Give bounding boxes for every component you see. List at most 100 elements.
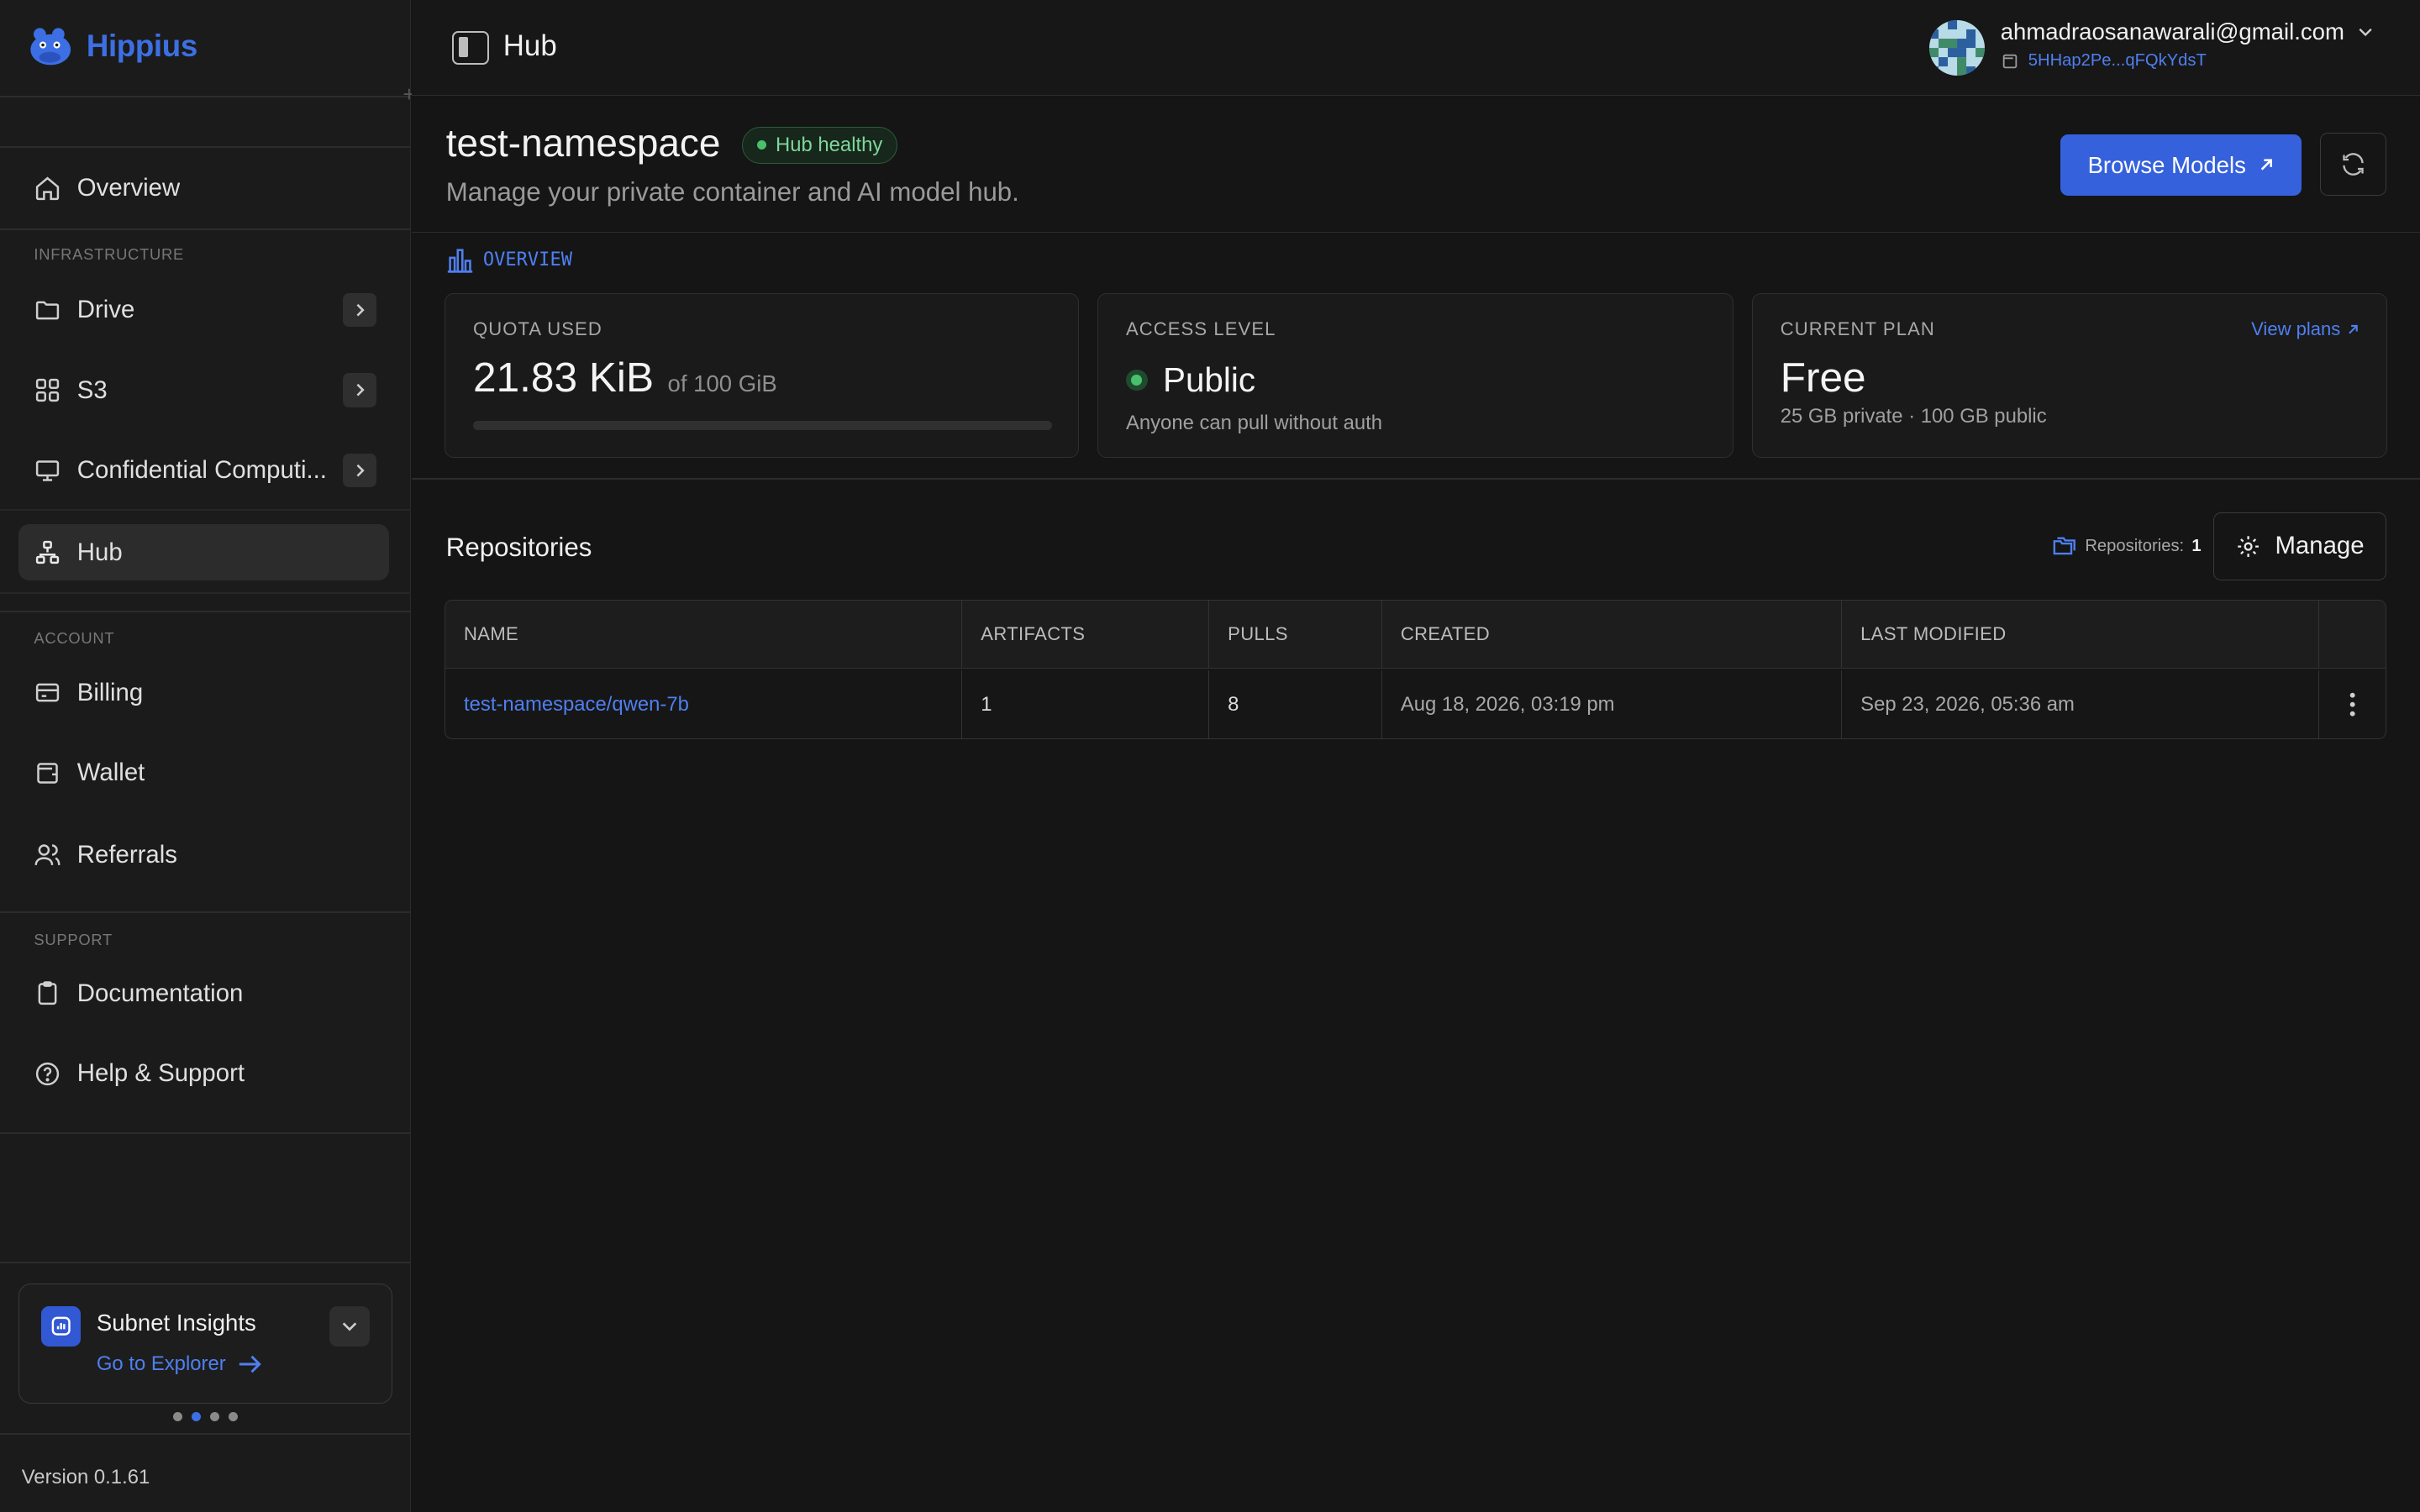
sidebar-item-s3[interactable]: S3: [18, 363, 389, 418]
sidebar-item-referrals[interactable]: Referrals: [18, 827, 389, 882]
quota-total: of 100 GiB: [667, 370, 777, 396]
hippo-logo-icon: [30, 28, 71, 66]
divider: [412, 231, 2420, 234]
divider: [0, 611, 411, 613]
chevron-right-icon[interactable]: [342, 292, 377, 328]
sidebar-item-label: Billing: [76, 678, 144, 706]
sidebar-item-wallet[interactable]: Wallet: [18, 745, 389, 801]
column-header-artifacts[interactable]: ARTIFACTS: [962, 601, 1210, 669]
table-row[interactable]: test-namespace/qwen-7b 1 8 Aug 18, 2026,…: [445, 670, 2386, 738]
divider: [412, 478, 2420, 480]
chevron-down-icon: [2359, 28, 2372, 37]
home-icon: [36, 176, 60, 200]
column-header-name[interactable]: NAME: [445, 601, 963, 669]
external-link-icon: [2348, 324, 2358, 334]
clipboard-icon: [39, 981, 57, 1005]
repo-created-cell: Aug 18, 2026, 03:19 pm: [1382, 670, 1843, 738]
more-vertical-icon: [2350, 692, 2356, 717]
browse-models-label: Browse Models: [2087, 151, 2246, 178]
column-header-actions: [2319, 601, 2386, 668]
sidebar-item-help-support[interactable]: Help & Support: [18, 1046, 389, 1101]
help-icon: [36, 1062, 60, 1085]
current-plan-card: CURRENT PLAN View plans Free 25 GB priva…: [1751, 292, 2388, 459]
quota-card: QUOTA USED 21.83 KiB of 100 GiB: [444, 292, 1079, 459]
sidebar-item-label: Hub: [76, 538, 123, 566]
folder-icon: [36, 301, 60, 320]
subnet-insights-title: Subnet Insights: [96, 1309, 256, 1336]
view-plans-link[interactable]: View plans: [2251, 318, 2359, 340]
divider: [0, 911, 411, 914]
carousel-dot-active[interactable]: [191, 1411, 201, 1421]
status-badge-label: Hub healthy: [775, 133, 883, 156]
column-header-created[interactable]: CREATED: [1382, 601, 1843, 669]
divider: [0, 509, 411, 511]
collapse-insights-button[interactable]: [329, 1305, 370, 1347]
sidebar-item-billing[interactable]: Billing: [18, 665, 389, 721]
sidebar-item-overview[interactable]: Overview: [18, 160, 389, 216]
overview-section-label: OVERVIEW: [446, 247, 572, 273]
arrow-right-icon: [239, 1355, 262, 1373]
quota-label: QUOTA USED: [473, 318, 602, 340]
carousel-dot[interactable]: [172, 1411, 182, 1421]
access-level-value: Public: [1163, 360, 1256, 399]
wallet-icon: [2002, 54, 2017, 69]
sidebar-item-confidential-computing[interactable]: Confidential Computi...: [18, 443, 389, 498]
table-header-row: NAME ARTIFACTS PULLS CREATED LAST MODIFI…: [445, 601, 2386, 669]
repo-name-cell: test-namespace/qwen-7b: [445, 670, 963, 738]
carousel-dots: [172, 1411, 238, 1421]
repo-artifacts-cell: 1: [962, 670, 1210, 738]
quota-value: 21.83 KiB: [473, 353, 655, 401]
go-to-explorer-link[interactable]: Go to Explorer: [97, 1352, 263, 1376]
sidebar-item-documentation[interactable]: Documentation: [18, 966, 389, 1021]
user-email: ahmadraosanawarali@gmail.com: [2000, 18, 2344, 45]
carousel-dot[interactable]: [209, 1411, 219, 1421]
sidebar-item-label: S3: [76, 375, 108, 404]
row-actions-button[interactable]: [2319, 670, 2386, 738]
chevron-right-icon[interactable]: [342, 373, 377, 407]
brand-name: Hippius: [86, 29, 197, 64]
access-level-label: ACCESS LEVEL: [1125, 318, 1276, 340]
manage-button[interactable]: Manage: [2212, 512, 2386, 580]
network-icon: [36, 540, 60, 564]
app-version: Version 0.1.61: [21, 1465, 150, 1488]
repositories-count-label: Repositories:: [2085, 536, 2185, 555]
repositories-table: NAME ARTIFACTS PULLS CREATED LAST MODIFI…: [444, 600, 2386, 739]
sidebar-item-label: Help & Support: [76, 1059, 245, 1088]
sidebar-toggle-icon[interactable]: [452, 30, 490, 66]
column-header-last-modified[interactable]: LAST MODIFIED: [1842, 601, 2319, 669]
column-header-pulls[interactable]: PULLS: [1209, 601, 1382, 669]
external-link-icon: [2260, 159, 2272, 171]
section-label-support: SUPPORT: [34, 930, 113, 948]
sidebar-item-drive[interactable]: Drive: [18, 282, 389, 338]
carousel-dot[interactable]: [228, 1411, 238, 1421]
quota-progress-bar: [473, 420, 1052, 430]
refresh-button[interactable]: [2319, 132, 2386, 197]
brand-logo[interactable]: Hippius: [24, 22, 197, 71]
monitor-icon: [36, 459, 60, 481]
users-icon: [34, 844, 60, 866]
view-plans-label: View plans: [2251, 318, 2341, 340]
chevron-right-icon[interactable]: [342, 453, 377, 488]
sidebar-item-label: Confidential Computi...: [76, 456, 327, 485]
wallet-icon: [37, 762, 59, 784]
user-menu[interactable]: ahmadraosanawarali@gmail.com 5HHap2Pe...…: [1929, 18, 2374, 80]
quota-value-group: 21.83 KiB of 100 GiB: [473, 353, 777, 402]
sidebar-item-label: Referrals: [76, 840, 177, 869]
folders-icon: [2053, 537, 2075, 555]
card-icon: [36, 683, 60, 702]
sidebar-item-label: Drive: [76, 296, 135, 324]
divider: [0, 228, 411, 230]
divider: [0, 1262, 411, 1264]
browse-models-button[interactable]: Browse Models: [2060, 134, 2302, 197]
overview-label-text: OVERVIEW: [482, 249, 572, 270]
wallet-address[interactable]: 5HHap2Pe...qFQkYdsT: [2028, 51, 2207, 71]
sidebar: Hippius + Overview INFRASTRUCTURE Drive …: [0, 0, 415, 1512]
sidebar-item-label: Wallet: [76, 759, 145, 787]
chevron-down-icon: [342, 1322, 357, 1331]
bar-chart-icon: [447, 249, 473, 273]
sidebar-item-label: Documentation: [76, 979, 244, 1007]
divider: [0, 592, 411, 595]
analytics-icon: [40, 1305, 82, 1347]
repo-name-link[interactable]: test-namespace/qwen-7b: [464, 693, 689, 717]
sidebar-item-hub[interactable]: Hub: [18, 524, 389, 580]
